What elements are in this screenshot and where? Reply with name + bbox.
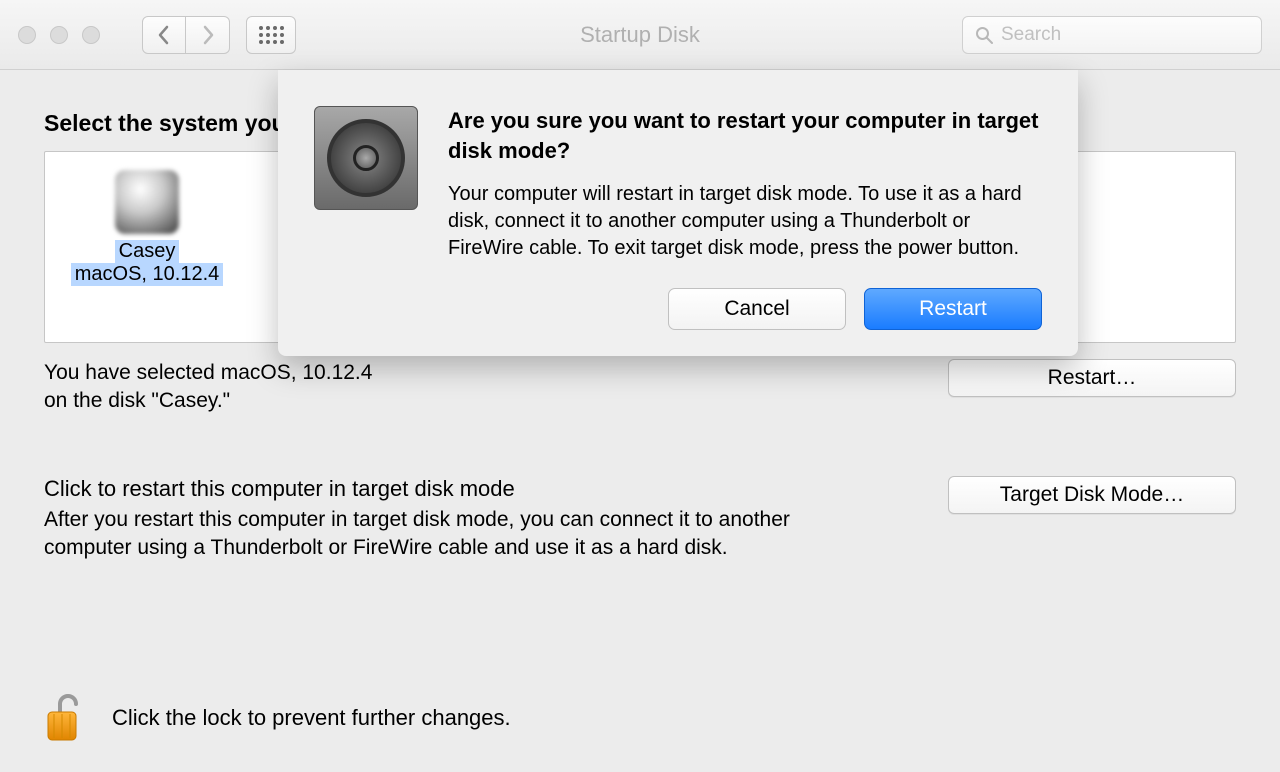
target-disk-mode-button[interactable]: Target Disk Mode… [948,476,1236,514]
minimize-window-button[interactable] [50,26,68,44]
target-disk-mode-section: Click to restart this computer in target… [44,476,1236,563]
zoom-window-button[interactable] [82,26,100,44]
close-window-button[interactable] [18,26,36,44]
dialog-buttons: Cancel Restart [448,288,1042,330]
restart-confirm-button[interactable]: Restart [864,288,1042,330]
dialog-body: Are you sure you want to restart your co… [448,106,1042,330]
nav-buttons [142,16,230,54]
disk-item-casey[interactable]: Casey macOS, 10.12.4 [57,170,237,286]
disk-name: Casey [115,240,180,263]
grid-icon [259,26,284,44]
chevron-left-icon [157,25,171,45]
search-icon [975,26,993,44]
tdm-title: Click to restart this computer in target… [44,476,804,502]
gear-icon [327,119,405,197]
lock-row: Click the lock to prevent further change… [44,692,511,744]
dialog-title: Are you sure you want to restart your co… [448,106,1042,165]
back-button[interactable] [142,16,186,54]
search-input[interactable] [1001,24,1249,46]
disk-os-version: macOS, 10.12.4 [71,263,224,286]
cancel-button[interactable]: Cancel [668,288,846,330]
confirm-dialog: Are you sure you want to restart your co… [278,70,1078,356]
titlebar: Startup Disk [0,0,1280,70]
chevron-right-icon [201,25,215,45]
window-title: Startup Disk [580,22,700,48]
forward-button[interactable] [186,16,230,54]
show-all-button[interactable] [246,16,296,54]
restart-button[interactable]: Restart… [948,359,1236,397]
traffic-lights [18,26,100,44]
status-line1: You have selected macOS, 10.12.4 [44,361,372,384]
preferences-window: Startup Disk Select the system you want … [0,0,1280,772]
dialog-text: Your computer will restart in target dis… [448,181,1042,262]
search-field[interactable] [962,16,1262,54]
lock-label: Click the lock to prevent further change… [112,705,511,731]
unlocked-lock-icon [44,692,84,744]
status-line2: on the disk "Casey." [44,389,230,412]
tdm-description: After you restart this computer in targe… [44,506,804,563]
lock-button[interactable] [44,692,84,744]
system-preferences-icon [314,106,418,210]
selection-status: You have selected macOS, 10.12.4 on the … [44,359,372,416]
disk-icon [115,170,179,234]
status-row: You have selected macOS, 10.12.4 on the … [44,359,1236,416]
